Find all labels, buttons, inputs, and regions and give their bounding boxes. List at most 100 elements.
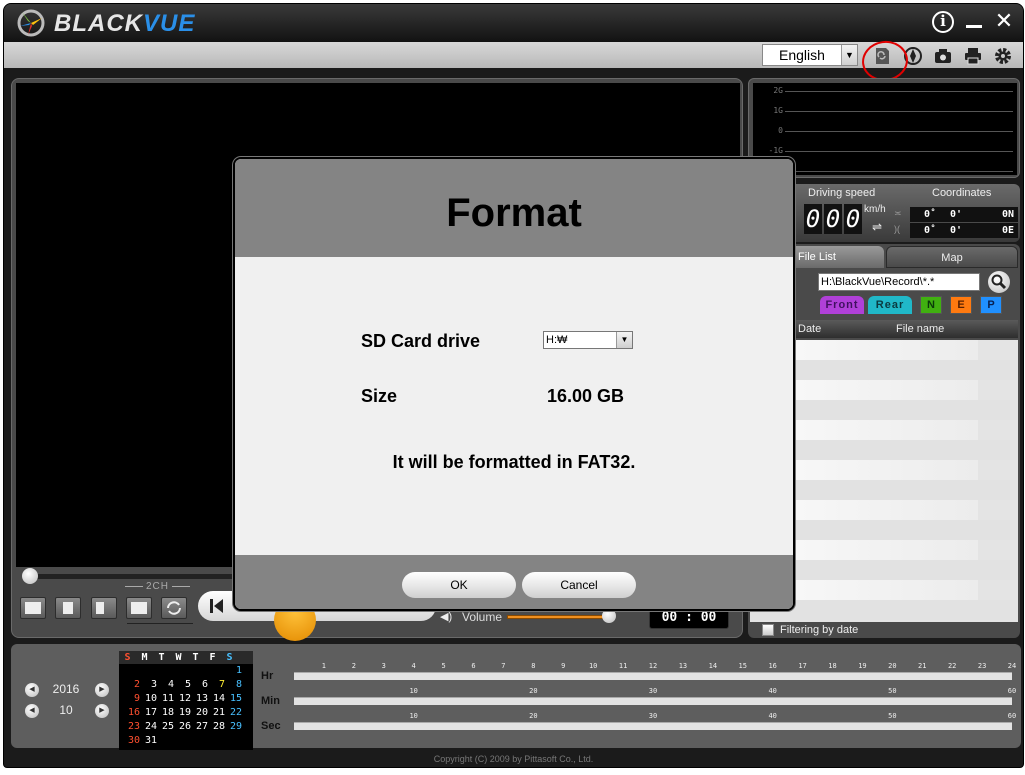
sd-card-drive-select[interactable]: H:₩ ▼ (543, 331, 633, 349)
cancel-button[interactable]: Cancel (522, 572, 636, 598)
calendar-day[interactable]: 15 (227, 692, 244, 706)
calendar-day[interactable]: 14 (210, 692, 227, 706)
seek-handle[interactable] (22, 568, 38, 584)
g-grid-line (785, 131, 1013, 132)
calendar-day[interactable]: 8 (227, 678, 244, 692)
calendar-day[interactable]: 4 (159, 678, 176, 692)
year-prev-button[interactable]: ◀ (25, 683, 39, 697)
g-grid-line (785, 111, 1013, 112)
calendar-day[interactable]: 26 (176, 720, 193, 734)
hour-tick-label: 2 (351, 662, 356, 670)
camera-icon[interactable] (933, 46, 953, 66)
calendar-empty (142, 664, 159, 678)
calendar-day[interactable]: 5 (176, 678, 193, 692)
hour-tick-label: 23 (977, 662, 987, 670)
second-tick-label: 10 (409, 712, 418, 720)
hour-tick-label: 17 (798, 662, 807, 670)
calendar-day[interactable]: 10 (142, 692, 159, 706)
calendar-day[interactable]: 30 (125, 734, 142, 748)
normal-filter-button[interactable]: N (920, 296, 942, 314)
calendar-day[interactable]: 24 (142, 720, 159, 734)
minimize-button[interactable] (962, 10, 986, 34)
filter-by-date-checkbox[interactable]: Filtering by date (762, 624, 859, 637)
calendar-day[interactable]: 27 (193, 720, 210, 734)
language-value: English (779, 47, 825, 63)
column-date[interactable]: Date (798, 320, 821, 338)
rotate-view-button[interactable] (20, 597, 46, 619)
year-next-button[interactable]: ▶ (95, 683, 109, 697)
calendar-day[interactable]: 20 (193, 706, 210, 720)
ok-button[interactable]: OK (402, 572, 516, 598)
month-next-button[interactable]: ▶ (95, 704, 109, 718)
minute-timeline[interactable] (294, 697, 1012, 705)
parking-filter-button[interactable]: P (980, 296, 1002, 314)
calendar-day[interactable]: 7 (210, 678, 227, 692)
hour-tick-label: 20 (888, 662, 897, 670)
event-filter-button[interactable]: E (950, 296, 972, 314)
speed-readout: 0 0 0 (804, 204, 862, 234)
mirror-horizontal-button[interactable] (91, 597, 117, 619)
calendar-day[interactable]: 16 (125, 706, 142, 720)
calendar-day[interactable]: 21 (210, 706, 227, 720)
calendar-day[interactable]: 1 (227, 664, 244, 678)
calendar-day[interactable]: 29 (227, 720, 244, 734)
pip-layout-button[interactable] (126, 597, 152, 619)
calendar-day[interactable]: 9 (125, 692, 142, 706)
filter-by-date-label: Filtering by date (780, 624, 859, 636)
calendar-day[interactable]: 19 (176, 706, 193, 720)
search-button[interactable] (988, 271, 1010, 293)
calendar-empty (159, 664, 176, 678)
month-prev-button[interactable]: ◀ (25, 704, 39, 718)
speaker-icon: ◀) (440, 611, 453, 623)
lat-degree: 0˚ (924, 209, 937, 220)
minute-tick-label: 30 (648, 687, 658, 695)
lon-minute: 0' (950, 225, 963, 236)
front-filter-button[interactable]: Front (820, 296, 864, 314)
volume-slider[interactable] (507, 615, 609, 619)
lat-minute: 0' (950, 209, 963, 220)
close-button[interactable]: ✕ (992, 10, 1016, 34)
calendar-day[interactable]: 12 (176, 692, 193, 706)
flip-vertical-button[interactable] (55, 597, 81, 619)
column-file-name[interactable]: File name (896, 320, 944, 338)
calendar-day[interactable]: 28 (210, 720, 227, 734)
g-axis-label: 0 (778, 126, 783, 135)
search-icon (991, 274, 1007, 290)
printer-icon[interactable] (963, 46, 983, 66)
g-grid-line (785, 151, 1013, 152)
g-axis-label: -1G (768, 146, 783, 155)
language-select[interactable]: English ▼ (762, 44, 858, 66)
calendar-day[interactable]: 25 (159, 720, 176, 734)
settings-gear-icon[interactable] (993, 46, 1013, 66)
hour-tick-label: 12 (648, 662, 658, 670)
tab-map[interactable]: Map (886, 246, 1018, 268)
drive-value: H:₩ (546, 334, 568, 346)
copyright: Copyright (C) 2009 by Pittasoft Co., Ltd… (433, 754, 594, 764)
second-timeline[interactable] (294, 722, 1012, 730)
calendar-day[interactable]: 17 (142, 706, 159, 720)
path-input[interactable]: H:\BlackVue\Record\*.* (818, 273, 980, 291)
calendar-day[interactable]: 11 (159, 692, 176, 706)
calendar-weekday-header: SMTWTFS (119, 651, 253, 664)
hour-timeline[interactable] (294, 672, 1012, 680)
volume-handle[interactable] (602, 609, 616, 623)
g-grid-line (785, 91, 1013, 92)
unit-swap-icon[interactable]: ⇌ (872, 220, 882, 234)
hour-tick-label: 10 (588, 662, 598, 670)
calendar-day[interactable]: 2 (125, 678, 142, 692)
calendar-day[interactable]: 13 (193, 692, 210, 706)
calendar-day[interactable]: 6 (193, 678, 210, 692)
hour-tick-label: 24 (1007, 662, 1017, 670)
calendar-day[interactable]: 23 (125, 720, 142, 734)
calendar-day[interactable]: 3 (142, 678, 159, 692)
calendar-empty (125, 664, 142, 678)
calendar-day[interactable]: 22 (227, 706, 244, 720)
calendar-day[interactable]: 18 (159, 706, 176, 720)
hour-tick-label: 11 (618, 662, 628, 670)
rear-filter-button[interactable]: Rear (868, 296, 912, 314)
calendar-day[interactable]: 31 (142, 734, 159, 748)
info-button[interactable]: i (932, 11, 954, 33)
previous-icon[interactable] (210, 598, 224, 614)
lat-direction: 0N (1001, 209, 1014, 220)
swap-channel-button[interactable] (161, 597, 187, 619)
